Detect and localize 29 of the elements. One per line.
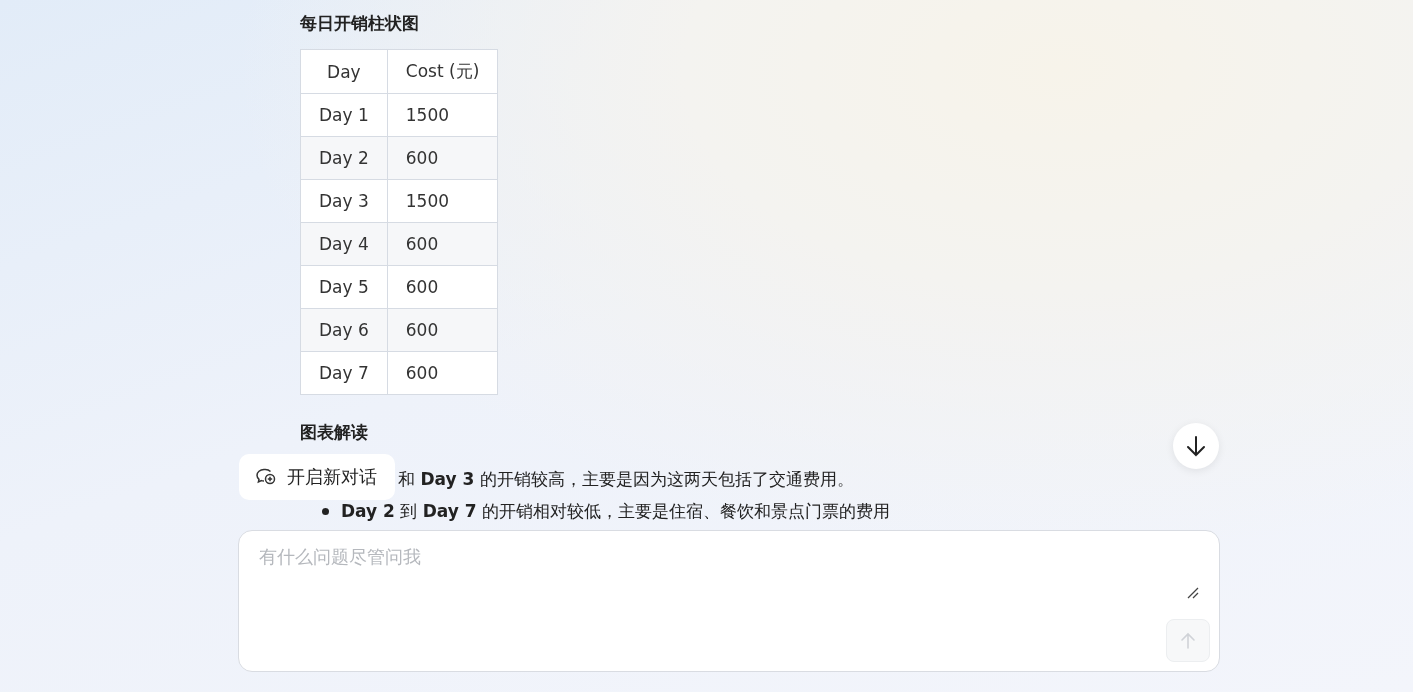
column-header: Day [300,49,388,94]
column-header: Cost (元) [387,49,498,94]
bullet-icon [322,507,329,515]
table-cell: Day 1 [300,93,388,137]
table-cell: Day 5 [300,265,388,309]
chat-plus-icon [255,467,277,487]
table-cell: 600 [387,308,498,352]
bullet-text: Day 2 到 Day 7 的开销相对较低，主要是住宿、餐饮和景点门票的费用 [341,500,890,523]
table-cell: 1500 [387,179,498,223]
section-title: 每日开销柱状图 [300,12,419,35]
table-cell: Day 2 [300,136,388,180]
table-cell: 600 [387,265,498,309]
bullet-text: 和 Day 3 的开销较高，主要是因为这两天包括了交通费用。 [398,468,854,491]
scroll-down-button[interactable] [1173,423,1219,469]
table-cell: Day 4 [300,222,388,266]
table-cell: Day 3 [300,179,388,223]
message-box[interactable]: 有什么问题尽管问我 [238,530,1220,672]
section-title: 图表解读 [300,421,368,444]
arrow-up-icon [1179,631,1197,650]
table-cell: 600 [387,222,498,266]
table-cell: 600 [387,351,498,395]
resize-handle-icon [1187,587,1199,599]
arrow-down-icon [1185,435,1207,457]
table-cell: Day 7 [300,351,388,395]
table-cell: Day 6 [300,308,388,352]
table-cell: 600 [387,136,498,180]
new-chat-button[interactable]: 开启新对话 [239,454,395,500]
table-cell: 1500 [387,93,498,137]
message-input[interactable]: 有什么问题尽管问我 [239,531,1199,605]
